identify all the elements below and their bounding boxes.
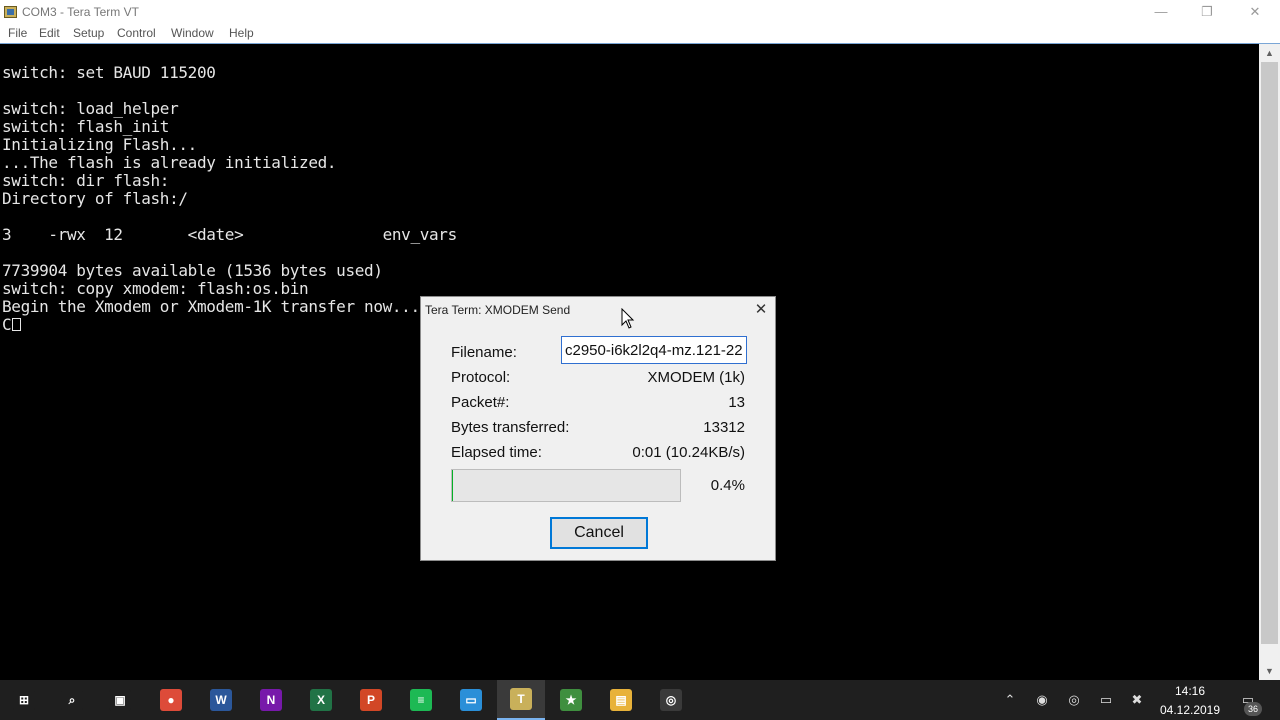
bytes-transferred-value: 13312 bbox=[703, 419, 745, 436]
battery-icon[interactable]: ▭ bbox=[1096, 690, 1116, 710]
terminal-line: Initializing Flash... bbox=[2, 135, 197, 154]
file-explorer-icon: ▤ bbox=[610, 689, 632, 711]
packet-label: Packet#: bbox=[451, 394, 510, 411]
menu-bar: File Edit Setup Control Window Help bbox=[0, 24, 1280, 43]
dialog-close-icon[interactable]: ✕ bbox=[747, 297, 775, 323]
taskbar-excel-button[interactable]: X bbox=[297, 680, 345, 720]
terminal-line: 3 -rwx 12 <date> env_vars bbox=[2, 225, 457, 244]
excel-icon: X bbox=[310, 689, 332, 711]
terminal-line: 7739904 bytes available (1536 bytes used… bbox=[2, 261, 383, 280]
elapsed-time-value: 0:01 (10.24KB/s) bbox=[632, 444, 745, 461]
dialog-title: Tera Term: XMODEM Send bbox=[425, 303, 571, 317]
onenote-icon: N bbox=[260, 689, 282, 711]
filename-label: Filename: bbox=[451, 344, 517, 361]
network-icon[interactable]: ◎ bbox=[1064, 690, 1084, 710]
task-view-icon: ▣ bbox=[109, 689, 131, 711]
window-title: COM3 - Tera Term VT bbox=[22, 5, 139, 19]
chrome-icon: ● bbox=[160, 689, 182, 711]
menu-file[interactable]: File bbox=[8, 26, 27, 40]
terminal-scrollbar[interactable]: ▲ ▼ bbox=[1259, 44, 1280, 680]
text-cursor bbox=[12, 318, 22, 331]
menu-control[interactable]: Control bbox=[117, 26, 156, 40]
elapsed-time-label: Elapsed time: bbox=[451, 444, 542, 461]
clock-date[interactable]: 04.12.2019 bbox=[1154, 703, 1226, 717]
title-bar[interactable]: COM3 - Tera Term VT — ❐ ✕ bbox=[0, 0, 1280, 24]
taskbar-word-button[interactable]: W bbox=[197, 680, 245, 720]
close-button[interactable]: ✕ bbox=[1232, 0, 1278, 24]
notification-count-badge: 36 bbox=[1244, 702, 1262, 716]
tftp-icon: ★ bbox=[560, 689, 582, 711]
taskbar-obs-button[interactable]: ◎ bbox=[647, 680, 695, 720]
taskbar-onenote-button[interactable]: N bbox=[247, 680, 295, 720]
taskbar-file-explorer-button[interactable]: ▤ bbox=[597, 680, 645, 720]
taskbar-remote-desktop-button[interactable]: ▭ bbox=[447, 680, 495, 720]
taskbar-task-view-button[interactable]: ▣ bbox=[96, 680, 144, 720]
dialog-title-bar[interactable]: Tera Term: XMODEM Send ✕ bbox=[421, 297, 775, 323]
transfer-progress-bar bbox=[451, 469, 681, 502]
tray-chevron-icon[interactable]: ⌃ bbox=[1000, 690, 1020, 710]
word-icon: W bbox=[210, 689, 232, 711]
taskbar-search-button[interactable]: ⌕ bbox=[48, 680, 96, 720]
taskbar-spotify-button[interactable]: ≡ bbox=[397, 680, 445, 720]
search-icon: ⌕ bbox=[61, 689, 83, 711]
menu-setup[interactable]: Setup bbox=[73, 26, 104, 40]
taskbar-chrome-button[interactable]: ● bbox=[147, 680, 195, 720]
packet-value: 13 bbox=[728, 394, 745, 411]
scroll-down-arrow-icon[interactable]: ▼ bbox=[1259, 662, 1280, 680]
cancel-button[interactable]: Cancel bbox=[550, 517, 648, 549]
maximize-button[interactable]: ❐ bbox=[1184, 0, 1230, 24]
terminal-line: switch: set BAUD 115200 bbox=[2, 63, 216, 82]
taskbar-start-button[interactable]: ⊞ bbox=[0, 680, 48, 720]
mouse-pointer-icon bbox=[621, 308, 635, 329]
spotify-icon: ≡ bbox=[410, 689, 432, 711]
bytes-transferred-label: Bytes transferred: bbox=[451, 419, 570, 436]
scroll-up-arrow-icon[interactable]: ▲ bbox=[1259, 44, 1280, 62]
terminal-line-text: C bbox=[2, 315, 12, 334]
tera-term-app-icon bbox=[4, 6, 17, 18]
progress-percent: 0.4% bbox=[710, 477, 745, 494]
protocol-value: XMODEM (1k) bbox=[647, 369, 746, 386]
menu-edit[interactable]: Edit bbox=[39, 26, 60, 40]
menu-help[interactable]: Help bbox=[229, 26, 254, 40]
xmodem-send-dialog: Tera Term: XMODEM Send ✕ Filename: Proto… bbox=[420, 296, 776, 561]
protocol-label: Protocol: bbox=[451, 369, 511, 386]
tera-term-icon: T bbox=[510, 688, 532, 710]
remote-desktop-icon: ▭ bbox=[460, 689, 482, 711]
progress-fill bbox=[452, 470, 453, 501]
terminal-line: switch: dir flash: bbox=[2, 171, 170, 190]
powerpoint-icon: P bbox=[360, 689, 382, 711]
volume-muted-icon[interactable]: ✖ bbox=[1127, 690, 1147, 710]
terminal-line: Begin the Xmodem or Xmodem-1K transfer n… bbox=[2, 297, 420, 316]
tray-app-icon[interactable]: ◉ bbox=[1032, 690, 1052, 710]
clock-time[interactable]: 14:16 bbox=[1158, 684, 1222, 698]
terminal-prompt-line: C bbox=[2, 315, 22, 334]
taskbar-tera-term-button[interactable]: T bbox=[497, 680, 545, 720]
terminal-line: Directory of flash:/ bbox=[2, 189, 188, 208]
taskbar-powerpoint-button[interactable]: P bbox=[347, 680, 395, 720]
taskbar: ⌃ ◉ ◎ ▭ ✖ ▭ ⊞ ⌕ ▣ ● W N X P ≡ ▭ T ★ ▤ ◎ bbox=[0, 680, 1280, 720]
terminal-line: switch: load_helper bbox=[2, 99, 179, 118]
obs-icon: ◎ bbox=[660, 689, 682, 711]
start-icon: ⊞ bbox=[13, 689, 35, 711]
scroll-thumb[interactable] bbox=[1261, 62, 1278, 644]
terminal-line: switch: flash_init bbox=[2, 117, 170, 136]
menu-window[interactable]: Window bbox=[171, 26, 214, 40]
taskbar-tftp-button[interactable]: ★ bbox=[547, 680, 595, 720]
terminal-line: ...The flash is already initialized. bbox=[2, 153, 337, 172]
terminal-line: switch: copy xmodem: flash:os.bin bbox=[2, 279, 309, 298]
filename-field[interactable] bbox=[561, 336, 747, 364]
minimize-button[interactable]: — bbox=[1138, 0, 1184, 24]
